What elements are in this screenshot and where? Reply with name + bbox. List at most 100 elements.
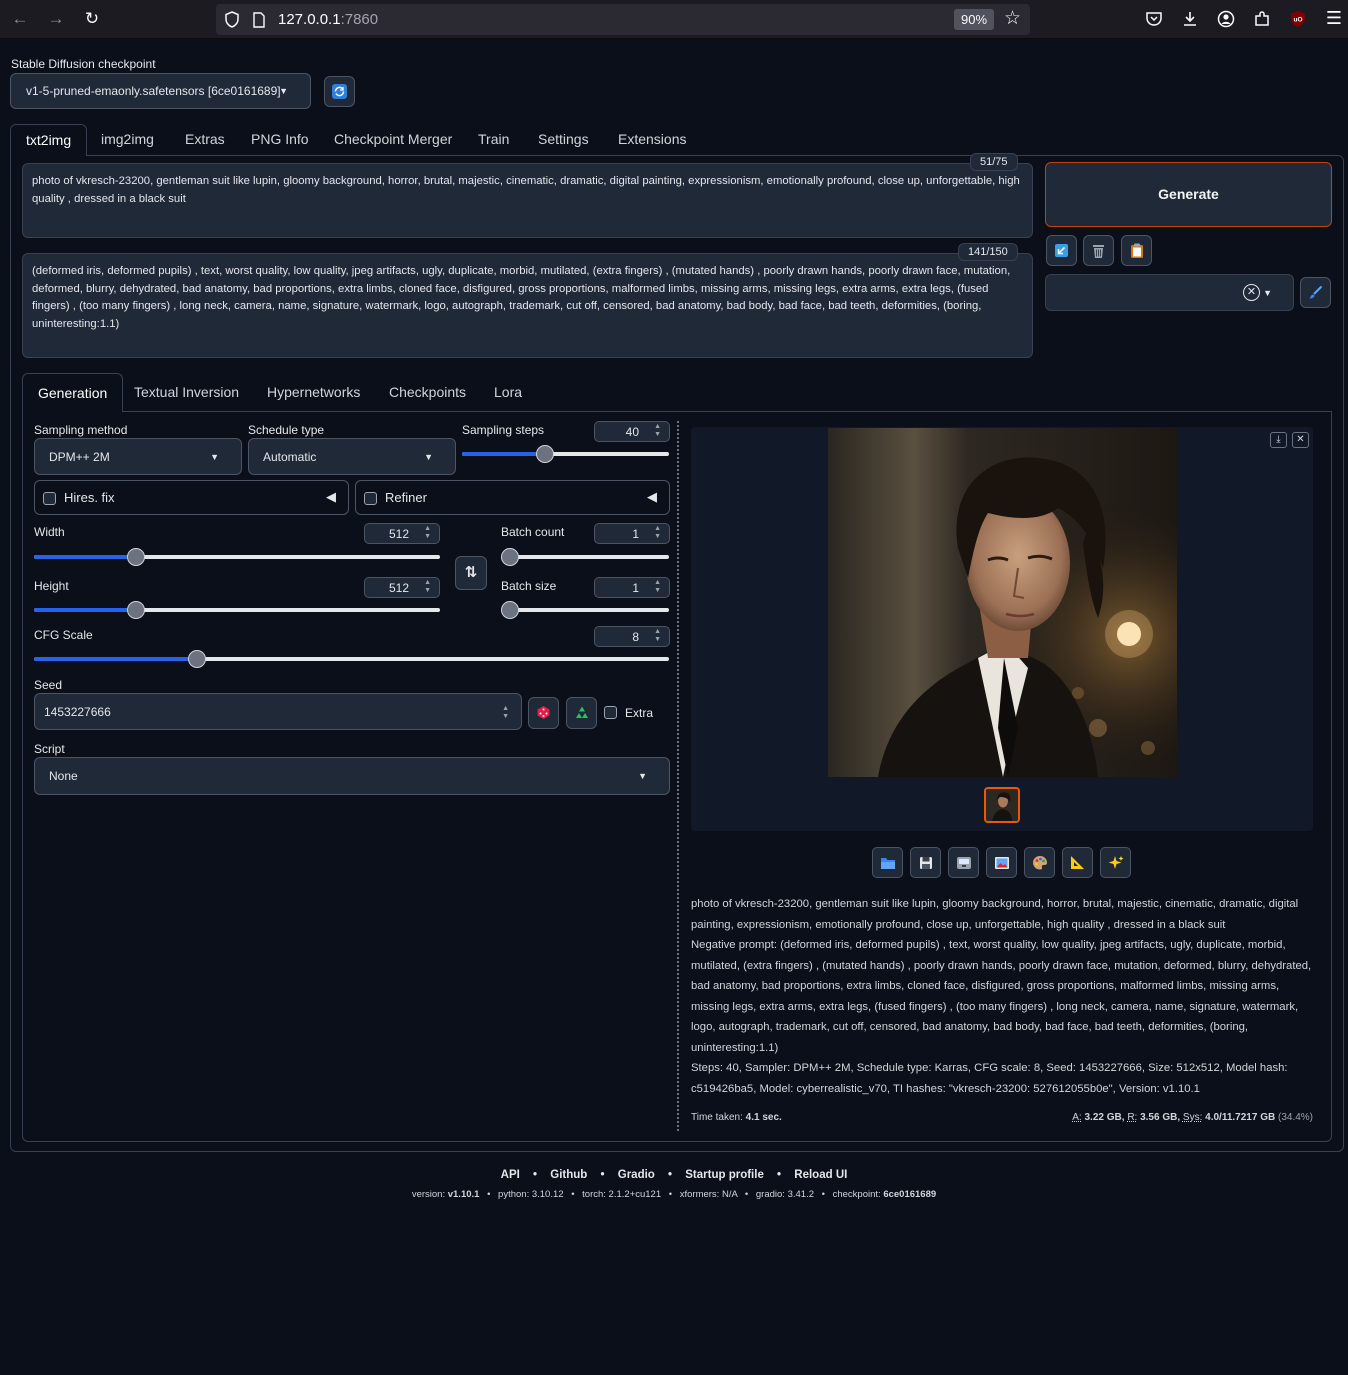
batch-count-input[interactable]: 1 ▲ ▼ xyxy=(594,523,670,544)
page-icon[interactable] xyxy=(252,12,266,28)
tab-txt2img[interactable]: txt2img xyxy=(10,124,88,156)
tab-img2img[interactable]: img2img xyxy=(86,124,169,156)
sampling-steps-slider[interactable] xyxy=(462,445,669,463)
tab-lora[interactable]: Lora xyxy=(479,373,537,412)
reload-icon[interactable]: ↻ xyxy=(81,8,103,30)
extensions-puzzle-icon[interactable] xyxy=(1253,10,1271,28)
read-params-button[interactable] xyxy=(1046,235,1077,266)
url-bar[interactable]: 127.0.0.1:7860 90% ☆ xyxy=(216,4,1030,35)
tab-extensions[interactable]: Extensions xyxy=(603,124,701,156)
cfg-scale-input[interactable]: 8 ▲ ▼ xyxy=(594,626,670,647)
tab-settings[interactable]: Settings xyxy=(523,124,604,156)
script-value: None xyxy=(49,769,78,783)
back-arrow-icon[interactable]: ← xyxy=(9,8,31,30)
tab-textual-inversion[interactable]: Textual Inversion xyxy=(119,373,254,412)
send-to-img2img-button[interactable] xyxy=(986,847,1017,878)
zoom-indicator[interactable]: 90% xyxy=(954,9,994,30)
zip-button[interactable] xyxy=(948,847,979,878)
stepper-icon[interactable]: ▲ ▼ xyxy=(654,525,661,541)
slider-handle[interactable] xyxy=(127,548,145,566)
prompt-textarea[interactable] xyxy=(22,163,1033,238)
clear-styles-icon[interactable]: ✕ xyxy=(1243,284,1260,301)
ublock-origin-icon[interactable]: uO xyxy=(1289,10,1307,28)
seed-input[interactable]: 1453227666 ▲ ▼ xyxy=(34,693,522,730)
width-slider[interactable] xyxy=(34,548,440,566)
schedule-type-label: Schedule type xyxy=(248,423,325,437)
slider-handle[interactable] xyxy=(501,601,519,619)
height-input[interactable]: 512 ▲ ▼ xyxy=(364,577,440,598)
footer-link-gradio[interactable]: Gradio xyxy=(618,1169,655,1181)
styles-dropdown[interactable]: ✕ ▼ xyxy=(1045,274,1294,311)
sampling-steps-input[interactable]: 40 ▲ ▼ xyxy=(594,421,670,442)
close-image-icon[interactable]: ✕ xyxy=(1292,432,1309,448)
generate-button[interactable]: Generate xyxy=(1045,162,1332,227)
menu-hamburger-icon[interactable]: ☰ xyxy=(1323,7,1345,29)
batch-size-slider[interactable] xyxy=(501,601,669,619)
shield-icon[interactable] xyxy=(224,11,240,28)
extra-seed-checkbox[interactable] xyxy=(604,706,617,719)
schedule-type-dropdown[interactable]: Automatic ▼ xyxy=(248,438,456,475)
cfg-scale-slider[interactable] xyxy=(34,650,669,668)
random-seed-button[interactable] xyxy=(528,697,559,729)
download-icon[interactable] xyxy=(1181,10,1199,28)
send-to-extras-button[interactable] xyxy=(1062,847,1093,878)
script-dropdown[interactable]: None ▼ xyxy=(34,757,670,795)
batch-count-slider[interactable] xyxy=(501,548,669,566)
refiner-accordion[interactable]: Refiner ◀ xyxy=(355,480,670,515)
hires-fix-checkbox[interactable] xyxy=(43,492,56,505)
refresh-checkpoint-button[interactable] xyxy=(324,76,355,107)
batch-size-input[interactable]: 1 ▲ ▼ xyxy=(594,577,670,598)
schedule-type-value: Automatic xyxy=(263,449,317,464)
stepper-icon[interactable]: ▲ ▼ xyxy=(424,579,431,595)
swap-dimensions-button[interactable]: ⇅ xyxy=(455,556,487,590)
svg-text:uO: uO xyxy=(1293,17,1302,24)
pocket-icon[interactable] xyxy=(1145,10,1163,28)
edit-styles-button[interactable] xyxy=(1300,277,1331,308)
width-input[interactable]: 512 ▲ ▼ xyxy=(364,523,440,544)
save-button[interactable] xyxy=(910,847,941,878)
stepper-icon[interactable]: ▲ ▼ xyxy=(654,579,661,595)
bookmark-star-icon[interactable]: ☆ xyxy=(1004,7,1021,30)
tab-hypernetworks[interactable]: Hypernetworks xyxy=(252,373,375,412)
clear-prompt-button[interactable] xyxy=(1083,235,1114,266)
url-text[interactable]: 127.0.0.1:7860 xyxy=(278,11,378,28)
stepper-icon[interactable]: ▲ ▼ xyxy=(424,525,431,541)
account-icon[interactable] xyxy=(1217,10,1235,28)
stepper-icon[interactable]: ▲ ▼ xyxy=(502,705,509,721)
collapse-triangle-icon[interactable]: ◀ xyxy=(326,489,336,505)
column-resize-handle[interactable] xyxy=(677,421,679,1131)
paste-styles-button[interactable] xyxy=(1121,235,1152,266)
sampling-method-dropdown[interactable]: DPM++ 2M ▼ xyxy=(34,438,242,475)
send-to-inpaint-button[interactable] xyxy=(1024,847,1055,878)
height-slider[interactable] xyxy=(34,601,440,619)
time-taken: Time taken: 4.1 sec. xyxy=(691,1112,782,1123)
upscale-button[interactable] xyxy=(1100,847,1131,878)
tab-checkpoint-merger[interactable]: Checkpoint Merger xyxy=(319,124,467,156)
forward-arrow-icon[interactable]: → xyxy=(45,8,67,30)
tab-generation[interactable]: Generation xyxy=(22,373,124,412)
stepper-icon[interactable]: ▲ ▼ xyxy=(654,423,661,439)
tab-checkpoints[interactable]: Checkpoints xyxy=(374,373,481,412)
reuse-seed-button[interactable] xyxy=(566,697,597,729)
slider-handle[interactable] xyxy=(501,548,519,566)
open-folder-button[interactable] xyxy=(872,847,903,878)
hires-fix-accordion[interactable]: Hires. fix ◀ xyxy=(34,480,349,515)
negative-prompt-textarea[interactable] xyxy=(22,253,1033,358)
tab-train[interactable]: Train xyxy=(463,124,524,156)
collapse-triangle-icon[interactable]: ◀ xyxy=(647,489,657,505)
slider-handle[interactable] xyxy=(127,601,145,619)
footer-link-github[interactable]: Github xyxy=(550,1169,587,1181)
tab-extras[interactable]: Extras xyxy=(170,124,240,156)
footer-link-api[interactable]: API xyxy=(501,1169,520,1181)
slider-handle[interactable] xyxy=(536,445,554,463)
stepper-icon[interactable]: ▲ ▼ xyxy=(654,628,661,644)
footer-link-reload-ui[interactable]: Reload UI xyxy=(794,1169,847,1181)
footer-link-startup-profile[interactable]: Startup profile xyxy=(685,1169,764,1181)
gallery-thumbnail[interactable] xyxy=(984,787,1020,823)
refiner-checkbox[interactable] xyxy=(364,492,377,505)
slider-handle[interactable] xyxy=(188,650,206,668)
download-image-icon[interactable]: ⤓ xyxy=(1270,432,1287,448)
tab-png-info[interactable]: PNG Info xyxy=(236,124,324,156)
checkpoint-dropdown[interactable]: v1-5-pruned-emaonly.safetensors [6ce0161… xyxy=(10,73,311,109)
generated-image[interactable] xyxy=(828,428,1177,777)
